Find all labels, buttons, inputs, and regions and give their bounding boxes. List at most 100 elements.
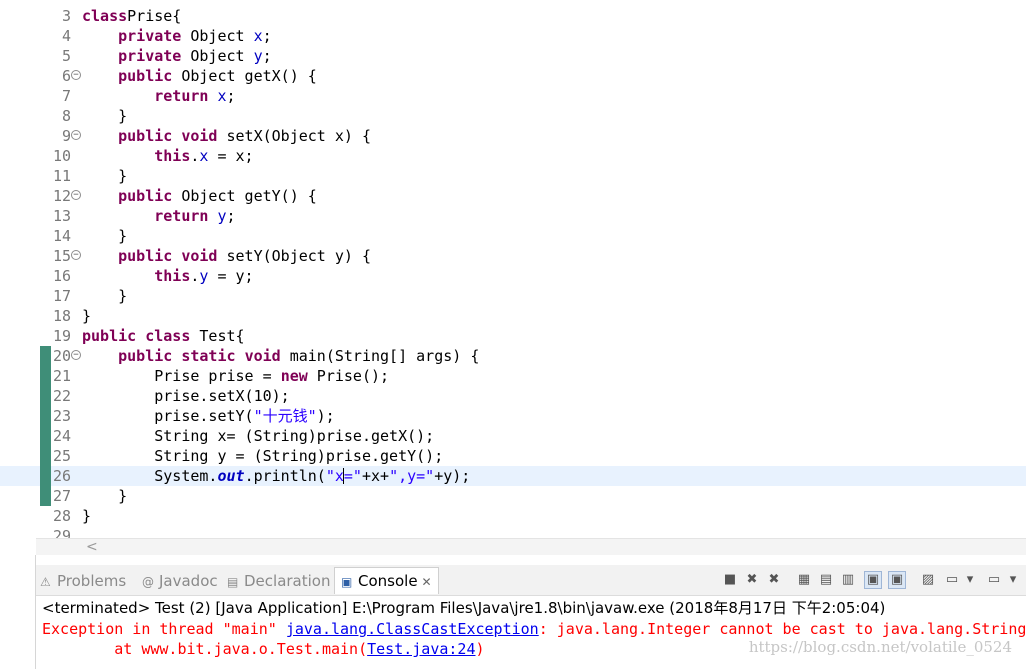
code-text: return y; <box>154 207 236 225</box>
error-line-1: Exception in thread "main" java.lang.Cla… <box>42 620 1026 638</box>
code-line-26[interactable]: 26 System.out.println("x="+x+",y="+y); <box>0 466 1026 486</box>
code-text: System.out.println("x="+x+",y="+y); <box>82 467 471 485</box>
clear-console-icon[interactable]: ▦ <box>796 572 812 588</box>
code-line-4[interactable]: 4 private Object x; <box>0 26 1026 46</box>
fold-toggle-icon[interactable]: − <box>71 350 81 360</box>
line-number: 21 <box>52 367 71 385</box>
code-line-8[interactable]: 8 } <box>0 106 1026 126</box>
code-line-20[interactable]: 20− public static void main(String[] arg… <box>0 346 1026 366</box>
code-line-13[interactable]: 13 return y; <box>0 206 1026 226</box>
code-line-16[interactable]: 16 this.y = y; <box>0 266 1026 286</box>
code-line-19[interactable]: 19 public class Test{ <box>0 326 1026 346</box>
line-number: 16 <box>52 267 71 285</box>
code-text: public Object getX() { <box>118 67 317 85</box>
code-line-17[interactable]: 17 } <box>0 286 1026 306</box>
display-console-icon[interactable]: ▭ <box>944 572 960 588</box>
show-on-error-icon[interactable]: ▣ <box>888 571 906 589</box>
code-editor[interactable]: 3 classPrise{4 private Object x; 5 private… <box>0 0 1026 538</box>
line-number: 7 <box>61 87 71 105</box>
code-line-29[interactable]: 29 <box>0 526 1026 538</box>
line-number: 19 <box>52 327 71 345</box>
watermark: https://blog.csdn.net/volatile_0524 <box>748 638 1012 656</box>
code-line-28[interactable]: 28} <box>0 506 1026 526</box>
code-line-14[interactable]: 14 } <box>0 226 1026 246</box>
exception-link[interactable]: java.lang.ClassCastException <box>286 620 539 638</box>
code-text: } <box>82 507 92 525</box>
code-line-21[interactable]: 21 Prise prise = new Prise(); <box>0 366 1026 386</box>
fold-toggle-icon[interactable]: − <box>71 130 81 140</box>
line-number: 4 <box>61 27 71 45</box>
stacktrace-link[interactable]: Test.java:24 <box>367 640 475 658</box>
line-number: 23 <box>52 407 71 425</box>
code-line-9[interactable]: 9− public void setX(Object x) { <box>0 126 1026 146</box>
pin-console-icon[interactable]: ▨ <box>920 572 936 588</box>
tab-label: Console <box>358 572 418 590</box>
fold-toggle-icon[interactable]: − <box>71 250 81 260</box>
line-number: 10 <box>52 147 71 165</box>
line-number: 24 <box>52 427 71 445</box>
code-text: public static void main(String[] args) { <box>118 347 480 365</box>
code-line-10[interactable]: 10 this.x = x; <box>0 146 1026 166</box>
code-text: public void setX(Object x) { <box>118 127 371 145</box>
code-text: prise.setX(10); <box>82 387 290 405</box>
code-line-27[interactable]: 27 } <box>0 486 1026 506</box>
code-text: private Object y; <box>118 47 272 65</box>
show-on-output-icon[interactable]: ▣ <box>864 571 882 589</box>
change-marker-strip <box>40 346 51 506</box>
tab-console[interactable]: ▣ Console ✕ <box>334 567 439 594</box>
line-number: 20 <box>52 347 71 365</box>
remove-all-terminated-icon[interactable]: ✖ <box>766 572 782 588</box>
code-line-7[interactable]: 7 return x; <box>0 86 1026 106</box>
console-output[interactable]: <terminated> Test (2) [Java Application]… <box>36 596 1026 669</box>
line-number: 5 <box>61 47 71 65</box>
line-number: 15 <box>52 247 71 265</box>
code-text: public Object getY() { <box>118 187 317 205</box>
javadoc-icon: @ <box>142 575 154 589</box>
code-text: } <box>82 307 92 325</box>
word-wrap-icon[interactable]: ▥ <box>840 572 856 588</box>
line-number: 28 <box>52 507 71 525</box>
remove-launch-icon[interactable]: ✖ <box>744 572 760 588</box>
code-line-23[interactable]: 23 prise.setY("十元钱"); <box>0 406 1026 426</box>
console-title: <terminated> Test (2) [Java Application]… <box>42 599 886 617</box>
code-line-5[interactable]: 5 private Object y; <box>0 46 1026 66</box>
terminate-icon[interactable]: ■ <box>722 572 738 588</box>
code-line-25[interactable]: 25 String y = (String)prise.getY(); <box>0 446 1026 466</box>
line-number: 12 <box>52 187 71 205</box>
fold-toggle-icon[interactable]: − <box>71 70 81 80</box>
code-text: private Object x; <box>118 27 272 45</box>
tab-problems[interactable]: ⚠ Problems <box>40 571 126 591</box>
tab-label: Javadoc <box>159 572 218 590</box>
error-line-2: at www.bit.java.o.Test.main(Test.java:24… <box>114 640 485 658</box>
code-text: classPrise{ <box>82 7 182 25</box>
tab-declaration[interactable]: ▤ Declaration <box>227 571 330 591</box>
scroll-lock-icon[interactable]: ▤ <box>818 572 834 588</box>
view-tab-bar: ⚠ Problems @ Javadoc ▤ Declaration ▣ Console… <box>36 565 1026 596</box>
line-number: 11 <box>52 167 71 185</box>
code-line-15[interactable]: 15− public void setY(Object y) { <box>0 246 1026 266</box>
fold-toggle-icon[interactable]: − <box>71 190 81 200</box>
code-line-6[interactable]: 6− public Object getX() { <box>0 66 1026 86</box>
line-number: 13 <box>52 207 71 225</box>
code-line-11[interactable]: 11 } <box>0 166 1026 186</box>
code-line-22[interactable]: 22 prise.setX(10); <box>0 386 1026 406</box>
code-text: } <box>82 287 128 305</box>
declaration-icon: ▤ <box>227 575 239 589</box>
open-console-icon[interactable]: ▭ <box>986 572 1002 588</box>
code-text: this.x = x; <box>154 147 254 165</box>
horizontal-scrollbar[interactable]: < <box>36 538 1026 556</box>
code-line-12[interactable]: 12− public Object getY() { <box>0 186 1026 206</box>
code-line-24[interactable]: 24 String x= (String)prise.getX(); <box>0 426 1026 446</box>
chevron-down-icon[interactable]: ▾ <box>1005 572 1021 588</box>
chevron-down-icon[interactable]: ▾ <box>962 572 978 588</box>
panel-separator <box>0 555 1026 565</box>
line-number: 8 <box>61 107 71 125</box>
tab-javadoc[interactable]: @ Javadoc <box>142 571 218 591</box>
code-line-18[interactable]: 18} <box>0 306 1026 326</box>
line-number: 14 <box>52 227 71 245</box>
scroll-left-arrow-icon[interactable]: < <box>86 539 98 555</box>
code-line-3[interactable]: 3 classPrise{ <box>0 6 1026 26</box>
code-text: String x= (String)prise.getX(); <box>82 427 435 445</box>
code-text: return x; <box>154 87 236 105</box>
close-icon[interactable]: ✕ <box>422 575 432 589</box>
